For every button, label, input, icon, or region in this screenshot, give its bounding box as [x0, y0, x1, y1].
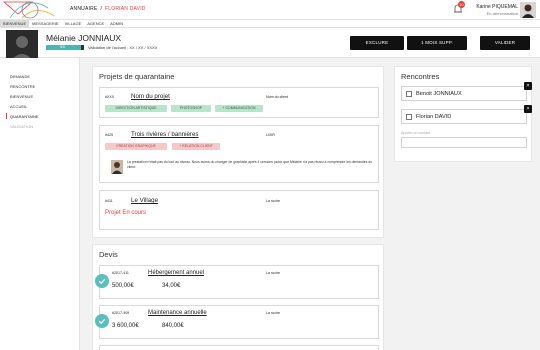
project-number: #XXX — [105, 95, 115, 99]
user-name: Karine PIQUEMAL — [476, 4, 518, 10]
contact-name: Florian DAVID — [416, 114, 452, 120]
devis-price-secondary: 34,00€ — [162, 283, 181, 289]
exclude-button[interactable]: EXCLURE — [350, 36, 404, 50]
projects-title: Projets de quarantaine — [99, 72, 175, 81]
nav-item-agence[interactable]: AGENCE — [84, 20, 107, 28]
sidebar-item-accueil[interactable]: ACCUEIL — [10, 104, 27, 109]
profile-name: Mélanie JONNIAUX — [46, 33, 122, 43]
rencontres-panel: Rencontres Benoit JONNIAUX × Florian DAV… — [394, 66, 532, 162]
project-title[interactable]: Le Village — [131, 197, 158, 204]
tag: + COMMUNICATION — [215, 105, 263, 112]
notification-badge[interactable]: 10 — [458, 1, 465, 8]
tag: + RELATION CLIENT — [172, 143, 220, 150]
sidebar-item-rencontre[interactable]: RENCONTRE — [10, 84, 35, 89]
contact-row[interactable]: Benoit JONNIAUX × — [401, 82, 532, 101]
add-contact-input[interactable] — [401, 137, 527, 148]
tag: CRÉATION GRAPHIQUE — [105, 143, 167, 150]
nav-item-village[interactable]: VILLAGE — [62, 20, 85, 28]
tag: PHOTOSHOP — [171, 105, 211, 112]
logo-icon[interactable] — [2, 0, 62, 20]
breadcrumb-directory[interactable]: ANNUAIRE — [70, 6, 97, 12]
project-status: Projet En cours — [105, 210, 147, 216]
devis-price-secondary: 840,00€ — [162, 323, 184, 329]
contact-icon — [406, 91, 412, 97]
main-nav: BIENVENUE MESSAGERIE VILLAGE AGENCE ADMI… — [0, 20, 540, 28]
nav-item-messagerie[interactable]: MESSAGERIE — [29, 20, 61, 28]
sidebar-item-validation[interactable]: VALIDATION — [10, 124, 33, 129]
profile-progress-text: 5/5 — [60, 45, 65, 49]
project-client: La ruche — [266, 199, 280, 203]
devis-title-link[interactable]: Hébergement annuel — [148, 270, 204, 276]
devis-panel: Devis #2017-411 Hébergement annuel La ru… — [92, 244, 384, 350]
projects-panel: Projets de quarantaine #XXX Nom du proje… — [92, 66, 384, 238]
devis-row[interactable]: #2017-409 Maintenance annuelle La ruche … — [95, 305, 379, 339]
devis-title: Devis — [99, 250, 118, 259]
sidebar-item-bienvenue[interactable]: BIENVENUE — [10, 94, 33, 99]
user-avatar[interactable] — [520, 2, 536, 18]
devis-price: 500,00€ — [112, 283, 134, 289]
devis-row[interactable] — [99, 345, 379, 350]
user-role: En démonstration — [486, 11, 518, 16]
contact-name: Benoit JONNIAUX — [416, 91, 462, 97]
devis-client: La ruche — [266, 311, 280, 315]
nav-item-bienvenue[interactable]: BIENVENUE — [0, 20, 30, 28]
sidebar: DEMANDE RENCONTRE BIENVENUE ACCUEIL QUAR… — [0, 58, 80, 350]
sidebar-item-quarantaine[interactable]: QUARANTAINE — [10, 114, 39, 119]
profile-progress-cap — [81, 45, 84, 50]
validation-date: Validation de l'accueil : XX / XX / XXXX — [88, 45, 158, 50]
devis-number: #2017-409 — [112, 311, 130, 315]
sidebar-item-demande[interactable]: DEMANDE — [10, 74, 30, 79]
devis-price: 3 600,00€ — [112, 323, 139, 329]
nav-item-admin[interactable]: ADMIN — [107, 20, 126, 28]
devis-client: La ruche — [266, 271, 280, 275]
project-card[interactable]: #425 Trois rivières / bannières LIXIR CR… — [99, 125, 379, 183]
check-icon — [95, 314, 109, 328]
profile-progress: 5/5 — [46, 45, 84, 50]
user-info[interactable]: Karine PIQUEMAL En démonstration — [476, 4, 518, 16]
devis-title-link[interactable]: Maintenance annuelle — [148, 310, 207, 316]
project-client: LIXIR — [266, 133, 275, 137]
project-number: #411 — [105, 199, 113, 203]
project-title[interactable]: Nom du projet — [131, 93, 170, 100]
add-contact-label: Ajouter un contact — [401, 131, 430, 135]
project-client: Nom du client — [266, 95, 288, 99]
contact-row[interactable]: Florian DAVID × — [401, 105, 532, 124]
project-card[interactable]: #411 Le Village La ruche Projet En cours — [99, 190, 379, 230]
check-icon — [95, 274, 109, 288]
devis-number: #2017-411 — [112, 271, 129, 275]
project-comment: La prestation n'était pas du tout au niv… — [127, 160, 373, 169]
comment-avatar — [111, 160, 123, 174]
breadcrumb-current: FLORIAN DAVID — [105, 6, 146, 12]
rencontres-title: Rencontres — [401, 72, 440, 81]
tag: DIRECTION ARTISTIQUE — [105, 105, 167, 112]
contact-icon — [406, 114, 412, 120]
breadcrumb-separator: / — [100, 6, 103, 12]
project-card[interactable]: #XXX Nom du projet Nom du client DIRECTI… — [99, 87, 379, 118]
sidebar-active-marker — [6, 113, 7, 119]
project-number: #425 — [105, 133, 113, 137]
project-title[interactable]: Trois rivières / bannières — [131, 131, 199, 138]
top-bar: ANNUAIRE / FLORIAN DAVID 10 Karine PIQUEMA… — [0, 0, 540, 20]
devis-row[interactable]: #2017-411 Hébergement annuel La ruche 50… — [95, 265, 379, 299]
validate-button[interactable]: VALIDER — [480, 36, 530, 50]
profile-header: Mélanie JONNIAUX 5/5 Validation de l'acc… — [0, 28, 540, 62]
extend-month-button[interactable]: 1 MOIS SUPP. — [407, 36, 467, 50]
remove-contact-button[interactable]: × — [524, 82, 532, 90]
breadcrumb: ANNUAIRE / FLORIAN DAVID — [70, 6, 146, 12]
remove-contact-button[interactable]: × — [524, 105, 532, 113]
